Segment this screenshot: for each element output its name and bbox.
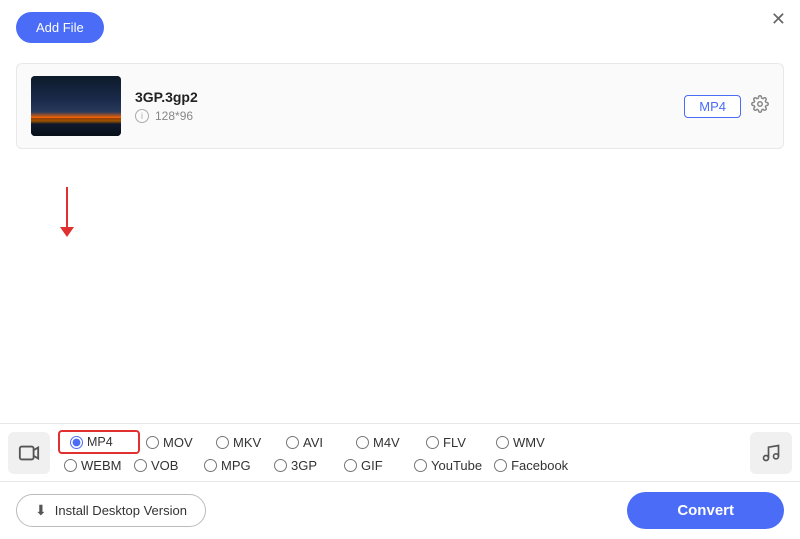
radio-label-mkv: MKV [233,435,261,450]
radio-input-mpg[interactable] [204,459,217,472]
action-bar: ⬇ Install Desktop Version Convert [0,482,800,539]
radio-input-wmv[interactable] [496,436,509,449]
file-list: 3GP.3gp2 i 128*96 MP4 [16,63,784,149]
radio-input-mkv[interactable] [216,436,229,449]
radio-label-wmv: WMV [513,435,545,450]
add-file-button[interactable]: Add File [16,12,104,43]
file-item: 3GP.3gp2 i 128*96 MP4 [17,64,783,148]
radio-label-youtube: YouTube [431,458,482,473]
mp4-selected-box: MP4 [58,430,140,454]
file-resolution: 128*96 [155,109,193,123]
radio-vob[interactable]: VOB [128,456,198,475]
radio-label-3gp: 3GP [291,458,317,473]
radio-label-facebook: Facebook [511,458,568,473]
radio-label-avi: AVI [303,435,323,450]
download-icon: ⬇ [35,502,47,519]
format-row-2: WEBM VOB MPG 3GP GIF [58,456,742,475]
radio-input-mov[interactable] [146,436,159,449]
radio-label-mp4: MP4 [87,435,113,449]
radio-mkv[interactable]: MKV [210,433,280,452]
install-desktop-button[interactable]: ⬇ Install Desktop Version [16,494,206,527]
radio-label-mov: MOV [163,435,193,450]
file-info: 3GP.3gp2 i 128*96 [135,89,670,123]
file-meta: i 128*96 [135,109,670,123]
radio-gif[interactable]: GIF [338,456,408,475]
top-bar: Add File [0,0,800,55]
radio-label-m4v: M4V [373,435,400,450]
radio-label-flv: FLV [443,435,466,450]
radio-label-mpg: MPG [221,458,251,473]
format-options: MP4 MOV MKV AVI M4V [58,430,742,475]
radio-input-gif[interactable] [344,459,357,472]
radio-webm[interactable]: WEBM [58,456,128,475]
radio-input-avi[interactable] [286,436,299,449]
radio-youtube[interactable]: YouTube [408,456,488,475]
audio-format-tab[interactable] [750,432,792,474]
radio-input-youtube[interactable] [414,459,427,472]
radio-wmv[interactable]: WMV [490,433,560,452]
file-name: 3GP.3gp2 [135,89,670,105]
radio-mov[interactable]: MOV [140,433,210,452]
file-thumbnail [31,76,121,136]
format-bar: MP4 MOV MKV AVI M4V [0,424,800,482]
radio-label-webm: WEBM [81,458,121,473]
radio-input-flv[interactable] [426,436,439,449]
format-badge-button[interactable]: MP4 [684,95,741,118]
arrow-down-indicator [60,187,74,237]
radio-input-mp4[interactable] [70,436,83,449]
radio-mp4[interactable]: MP4 [64,433,134,451]
convert-button[interactable]: Convert [627,492,784,529]
radio-facebook[interactable]: Facebook [488,456,574,475]
radio-mpg[interactable]: MPG [198,456,268,475]
format-row-1: MP4 MOV MKV AVI M4V [58,430,742,454]
radio-avi[interactable]: AVI [280,433,350,452]
info-icon: i [135,109,149,123]
radio-input-vob[interactable] [134,459,147,472]
install-button-label: Install Desktop Version [55,503,187,518]
radio-3gp[interactable]: 3GP [268,456,338,475]
radio-input-m4v[interactable] [356,436,369,449]
radio-input-facebook[interactable] [494,459,507,472]
settings-button[interactable] [751,95,769,118]
bottom-panel: MP4 MOV MKV AVI M4V [0,423,800,539]
radio-label-gif: GIF [361,458,383,473]
video-format-tab[interactable] [8,432,50,474]
radio-input-webm[interactable] [64,459,77,472]
file-actions: MP4 [684,95,769,118]
arrow-area [0,157,800,237]
radio-input-3gp[interactable] [274,459,287,472]
close-button[interactable]: ✕ [771,10,786,28]
radio-flv[interactable]: FLV [420,433,490,452]
radio-label-vob: VOB [151,458,178,473]
radio-m4v[interactable]: M4V [350,433,420,452]
